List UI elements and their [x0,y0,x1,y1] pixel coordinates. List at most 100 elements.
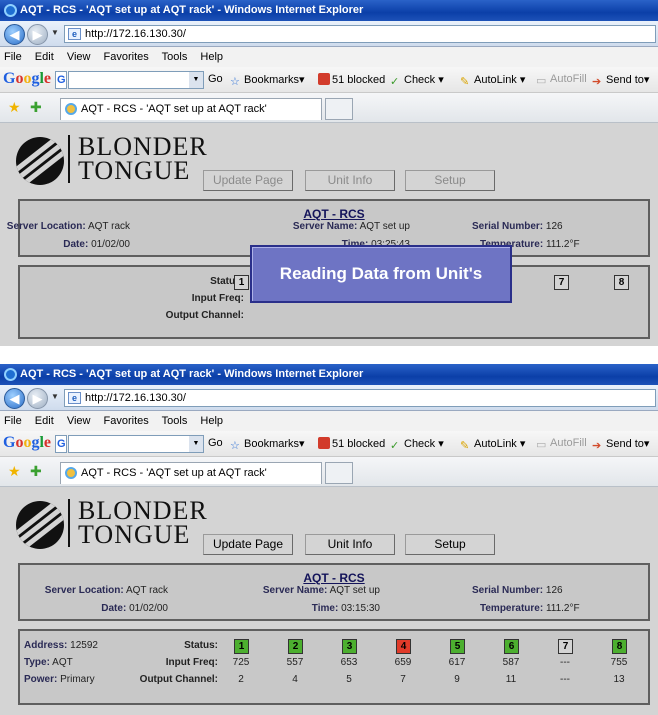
history-dropdown-icon[interactable]: ▼ [51,28,59,37]
channel-status-3[interactable]: 3 [342,639,357,654]
update-page-button[interactable]: Update Page [203,170,293,191]
new-tab-button[interactable] [325,462,353,484]
back-arrow-icon[interactable]: ◀ [4,388,25,409]
autofill-button[interactable]: ▭ AutoFill [536,73,587,87]
autofill-button[interactable]: ▭ AutoFill [536,437,587,451]
loading-overlay: Reading Data from Unit's [250,245,512,303]
ie-icon [4,368,17,381]
company-name: BLONDER TONGUE [68,498,208,548]
setup-button[interactable]: Setup [405,534,495,555]
google-toolbar: Google G ▼ Go ☆ Bookmarks▾ 51 blocked ✓ Ch… [0,431,658,457]
spellcheck-button[interactable]: ✓ Check ▾ [390,437,444,452]
new-tab-button[interactable] [325,98,353,120]
menu-favorites[interactable]: Favorites [104,415,149,427]
menu-favorites[interactable]: Favorites [104,51,149,63]
menu-help[interactable]: Help [200,415,223,427]
back-arrow-icon[interactable]: ◀ [4,24,25,45]
output-channel-label: Output Channel: [139,674,218,685]
chevron-down-icon[interactable]: ▼ [189,436,203,452]
output-channel-label: Output Channel: [165,310,244,321]
forward-arrow-icon[interactable]: ▶ [27,24,48,45]
blonder-tongue-logo-icon [16,137,64,185]
google-menu-button[interactable]: G [55,435,67,453]
favorites-star-icon[interactable]: ★ [8,464,21,478]
channel-status-6[interactable]: 6 [504,639,519,654]
date: Date: 01/02/00 [101,603,168,614]
page-content: BLONDER TONGUE Update Page Unit Info Setu… [0,123,658,346]
menu-tools[interactable]: Tools [162,415,188,427]
update-page-button[interactable]: Update Page [203,534,293,555]
google-search-input[interactable]: ▼ [68,71,204,89]
temperature: Temperature: 111.2°F [480,603,580,614]
channel-status-5[interactable]: 5 [450,639,465,654]
send-icon: ➔ [592,440,602,452]
send-to-button[interactable]: ➔ Send to▾ [592,73,649,88]
bookmarks-button[interactable]: ☆ Bookmarks▾ [230,437,305,452]
channel-status-8[interactable]: 8 [614,275,629,290]
unit-title[interactable]: AQT - RCS [20,571,648,585]
google-menu-button[interactable]: G [55,71,67,89]
popup-blocker-button[interactable]: 51 blocked [318,73,385,86]
go-button[interactable]: Go [208,437,223,449]
address-bar[interactable]: e http://172.16.130.30/ [64,25,656,43]
channel-status-7[interactable]: 7 [554,275,569,290]
address: Address: 12592 [24,640,98,651]
menu-file[interactable]: File [4,415,22,427]
history-dropdown-icon[interactable]: ▼ [51,392,59,401]
autolink-button[interactable]: ✎ AutoLink ▾ [460,73,525,88]
menu-view[interactable]: View [67,51,91,63]
google-search-input[interactable]: ▼ [68,435,204,453]
unit-title: AQT - RCS [303,207,365,221]
tab-current[interactable]: AQT - RCS - 'AQT set up at AQT rack' [60,462,322,484]
menu-view[interactable]: View [67,415,91,427]
send-to-button[interactable]: ➔ Send to▾ [592,437,649,452]
menu-edit[interactable]: Edit [35,51,54,63]
page-content: BLONDER TONGUE Update Page Unit Info Setu… [0,487,658,715]
page-icon: e [68,28,81,40]
channel-status-1[interactable]: 1 [234,275,249,290]
input-freq-value: 653 [340,657,358,668]
popup-blocker-button[interactable]: 51 blocked [318,437,385,450]
address-bar[interactable]: e http://172.16.130.30/ [64,389,656,407]
output-channel-value: 2 [238,674,244,685]
input-freq-value: 587 [502,657,520,668]
autofill-icon: ▭ [536,75,547,87]
go-button[interactable]: Go [208,73,223,85]
channel-status-8[interactable]: 8 [612,639,627,654]
menu-tools[interactable]: Tools [162,51,188,63]
window-titlebar: AQT - RCS - 'AQT set up at AQT rack' - W… [0,364,658,385]
channel-status-7[interactable]: 7 [558,639,573,654]
chevron-down-icon[interactable]: ▼ [189,72,203,88]
unit-info-button[interactable]: Unit Info [305,534,395,555]
google-logo: Google [3,434,52,451]
menu-file[interactable]: File [4,51,22,63]
output-channel-value: 5 [346,674,352,685]
add-favorite-icon[interactable]: ✚ [30,464,42,478]
menu-help[interactable]: Help [200,51,223,63]
serial-number: Serial Number: 126 [472,221,563,232]
unit-info-button[interactable]: Unit Info [305,170,395,191]
channel-status-1[interactable]: 1 [234,639,249,654]
star-icon: ☆ [230,440,240,452]
wand-icon: ✎ [460,76,470,88]
forward-arrow-icon[interactable]: ▶ [27,388,48,409]
setup-button[interactable]: Setup [405,170,495,191]
menu-edit[interactable]: Edit [35,415,54,427]
popup-blocked-icon [318,437,330,449]
window-title: AQT - RCS - 'AQT set up at AQT rack' - W… [20,368,364,380]
bookmarks-button[interactable]: ☆ Bookmarks▾ [230,73,305,88]
channel-status-2[interactable]: 2 [288,639,303,654]
ie-icon [4,4,17,17]
add-favorite-icon[interactable]: ✚ [30,100,42,114]
favorites-star-icon[interactable]: ★ [8,100,21,114]
popup-blocked-icon [318,73,330,85]
output-channel-value: 4 [292,674,298,685]
tab-current[interactable]: AQT - RCS - 'AQT set up at AQT rack' [60,98,322,120]
menu-bar: File Edit View Favorites Tools Help [0,411,658,431]
channel-status-4[interactable]: 4 [396,639,411,654]
input-freq-value: 725 [232,657,250,668]
spellcheck-button[interactable]: ✓ Check ▾ [390,73,444,88]
date: Date: 01/02/00 [63,239,130,250]
address-row: ◀ ▶ ▼ e http://172.16.130.30/ [0,385,658,411]
autolink-button[interactable]: ✎ AutoLink ▾ [460,437,525,452]
